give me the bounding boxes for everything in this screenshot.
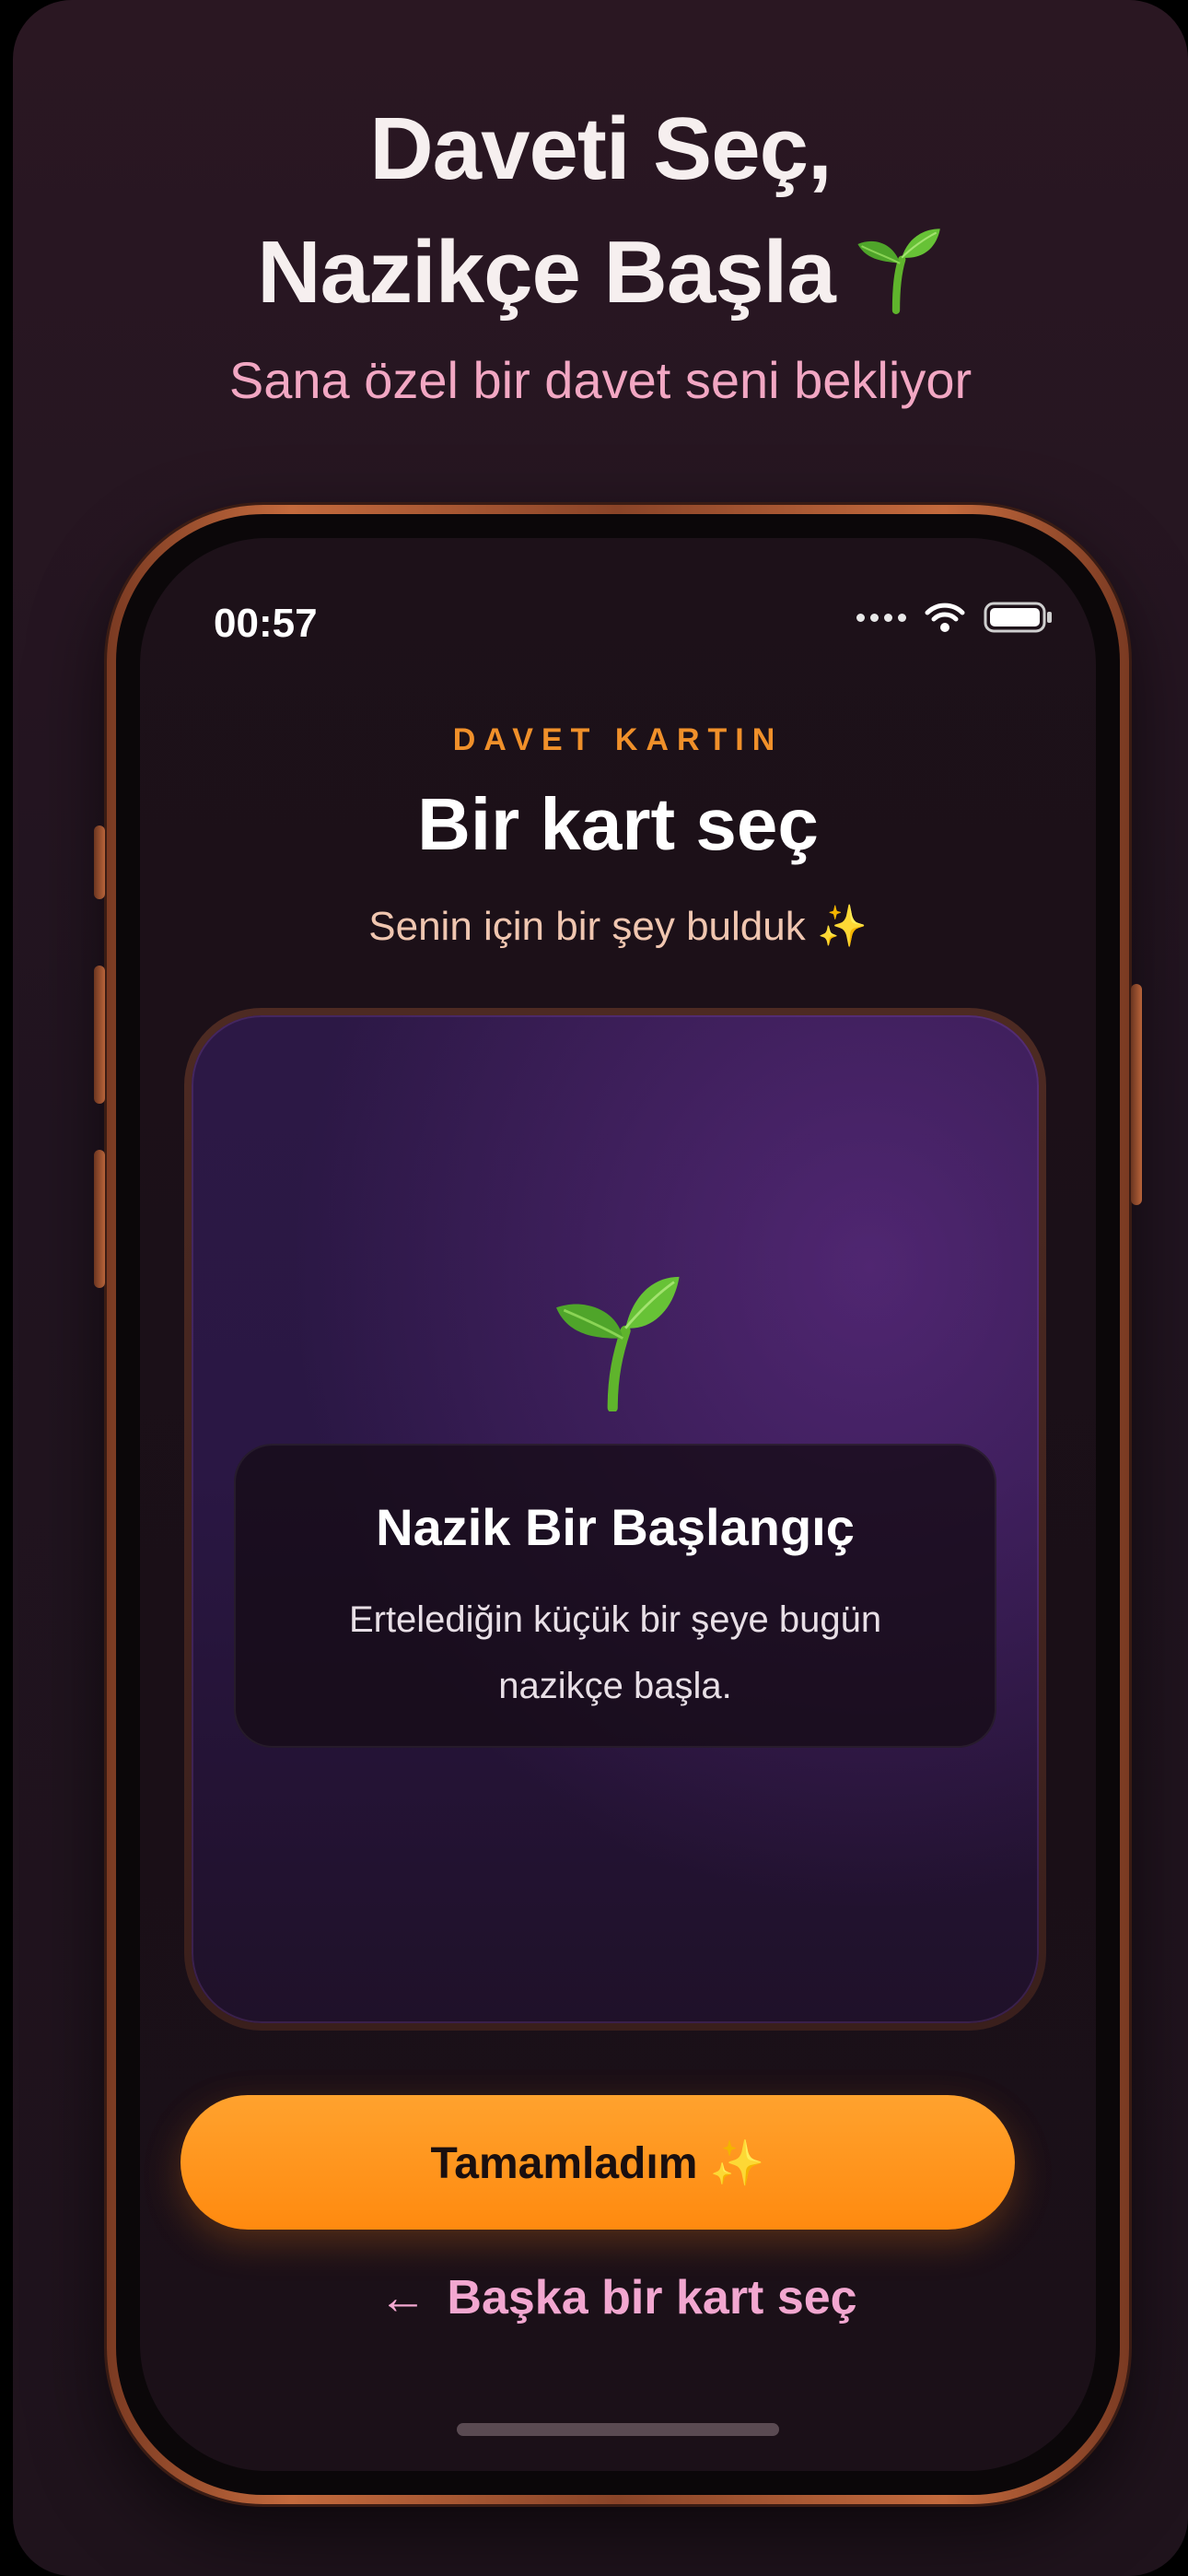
- status-time: 00:57: [214, 601, 318, 646]
- card-body: Ertelediğin küçük bir şeye bugün nazikçe…: [348, 1599, 882, 1706]
- home-indicator[interactable]: [457, 2423, 779, 2436]
- card-title: Nazik Bir Başlangıç: [376, 1498, 855, 1556]
- poster-subtitle: Sana özel bir davet seni bekliyor: [228, 351, 973, 409]
- pick-another-card-label: Başka bir kart seç: [447, 2271, 857, 2324]
- wifi-icon: [925, 602, 965, 633]
- card-text-panel: Nazik Bir Başlangıç Ertelediğin küçük bi…: [234, 1444, 996, 1748]
- sprout-icon: [857, 228, 940, 314]
- status-icons: [856, 601, 1054, 634]
- phone-power-button: [1131, 984, 1142, 1205]
- complete-button[interactable]: Tamamladım ✨: [181, 2095, 1015, 2230]
- battery-icon: [984, 601, 1054, 634]
- sprout-icon: [556, 1276, 680, 1411]
- headline-line-2: Nazikçe Başla: [13, 211, 1188, 334]
- phone-side-button: [94, 825, 105, 899]
- pick-another-card-link[interactable]: ← Başka bir kart seç: [140, 2270, 1096, 2325]
- headline-line-2-text: Nazikçe Başla: [257, 223, 835, 322]
- invitation-card[interactable]: Nazik Bir Başlangıç Ertelediğin küçük bi…: [184, 1008, 1046, 2031]
- phone-screen: 00:57 DAVET KARTIN Bir kart seç Senin iç…: [140, 538, 1096, 2471]
- arrow-left-icon: ←: [379, 2271, 427, 2324]
- phone-volume-down: [94, 1150, 105, 1288]
- poster-headline: Daveti Seç, Nazikçe Başla: [13, 88, 1188, 334]
- eyebrow-label: DAVET KARTIN: [452, 722, 784, 757]
- poster-background: Daveti Seç, Nazikçe Başla Sana özel bir …: [13, 0, 1188, 2576]
- headline-line-1: Daveti Seç,: [369, 100, 832, 198]
- screen-title: Bir kart seç: [417, 783, 819, 865]
- screen-subtitle: Senin için bir şey bulduk ✨: [368, 904, 868, 949]
- phone-volume-up: [94, 966, 105, 1104]
- card-face: Nazik Bir Başlangıç Ertelediğin küçük bi…: [192, 1015, 1039, 2023]
- phone-frame: 00:57 DAVET KARTIN Bir kart seç Senin iç…: [94, 505, 1142, 2504]
- cellular-dots-icon: [856, 613, 906, 622]
